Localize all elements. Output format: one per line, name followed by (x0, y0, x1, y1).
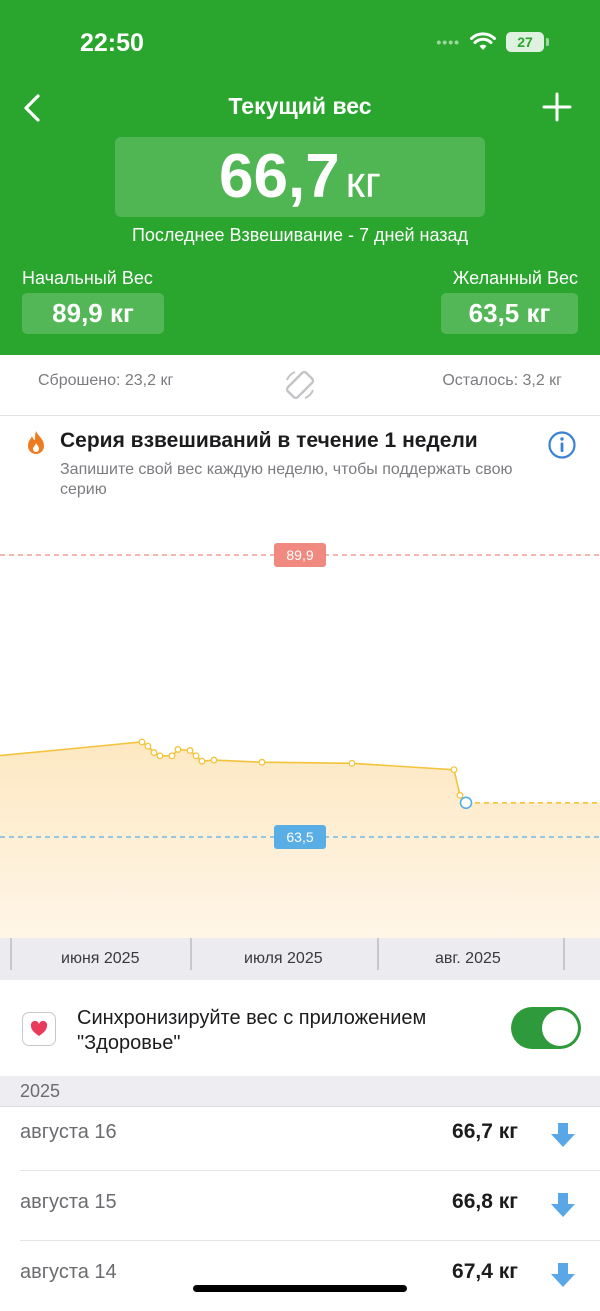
start-weight-value[interactable]: 89,9 кг (22, 293, 164, 334)
chart-data-point (144, 742, 152, 750)
health-sync-row: Синхронизируйте вес с приложением "Здоро… (0, 980, 600, 1077)
add-icon[interactable] (540, 90, 574, 124)
chart-data-point (186, 747, 194, 754)
x-axis-tick (10, 938, 12, 970)
info-icon[interactable] (547, 430, 577, 460)
x-axis-tick (377, 938, 379, 970)
log-value: 66,7 кг (452, 1120, 518, 1143)
x-axis-tick (563, 938, 565, 970)
chart-data-point (168, 752, 176, 760)
chart-data-point (456, 791, 464, 799)
weight-chart[interactable]: 89,9 63,5 (0, 525, 600, 938)
remaining-weight-text: Осталось: 3,2 кг (442, 372, 562, 389)
chart-reference-label: 89,9 (286, 547, 313, 563)
current-weight-value: 66,7 (219, 142, 340, 211)
health-sync-text: Синхронизируйте вес с приложением "Здоро… (77, 1007, 427, 1054)
streak-title: Серия взвешиваний в течение 1 недели (60, 429, 478, 452)
log-date: августа 15 (20, 1191, 117, 1213)
log-value: 66,8 кг (452, 1190, 518, 1213)
chart-data-point (150, 749, 158, 757)
year-label: 2025 (20, 1081, 61, 1101)
log-row[interactable]: августа 14 67,4 кг (0, 1241, 600, 1311)
health-sync-toggle[interactable] (511, 1007, 581, 1049)
x-axis-label: авг. 2025 (435, 950, 501, 967)
streak-subtitle: Запишите свой вес каждую неделю, чтобы п… (60, 461, 513, 498)
health-app-icon (22, 1012, 56, 1046)
chart-data-point (174, 745, 182, 753)
goal-weight-label: Желанный Вес (452, 268, 578, 288)
chart-data-point (348, 759, 356, 767)
status-time: 22:50 (80, 29, 144, 57)
goal-weight-value[interactable]: 63,5 кг (441, 293, 578, 334)
current-weight-box[interactable]: 66,7 кг (115, 137, 485, 217)
status-icons: •••• 27 (436, 32, 549, 52)
log-date: августа 14 (20, 1261, 117, 1283)
arrow-down-icon (551, 1193, 575, 1217)
chart-data-point (138, 738, 146, 746)
arrow-down-icon (551, 1123, 575, 1147)
chart-data-point (192, 752, 200, 760)
signal-icon: •••• (436, 34, 460, 50)
chart-data-point (450, 766, 458, 774)
chart-reference-label: 63,5 (286, 829, 313, 845)
chart-x-axis[interactable]: июня 2025 июля 2025 авг. 2025 (0, 938, 600, 980)
battery-icon: 27 (506, 32, 549, 52)
current-weight-unit: кг (345, 158, 381, 207)
x-axis-tick (190, 938, 192, 970)
wifi-icon (470, 32, 496, 50)
x-axis-label: июня 2025 (61, 950, 140, 967)
chart-data-point (258, 758, 266, 766)
home-indicator (193, 1285, 407, 1292)
rotate-screen-icon[interactable] (282, 367, 318, 403)
log-row[interactable]: августа 15 66,8 кг (0, 1171, 600, 1241)
chart-data-point (198, 757, 206, 765)
chart-data-point (210, 756, 218, 764)
log-row[interactable]: августа 16 66,7 кг (0, 1101, 600, 1171)
log-date: августа 16 (20, 1121, 117, 1143)
last-weigh-text: Последнее Взвешивание - 7 дней назад (131, 225, 469, 245)
chart-current-point (459, 796, 473, 810)
lost-weight-text: Сброшено: 23,2 кг (38, 372, 174, 389)
arrow-down-icon (551, 1263, 575, 1287)
header: 22:50 •••• 27 Текущий вес 66,7 кг Последн… (0, 0, 600, 355)
chart-data-point (156, 752, 164, 760)
toggle-knob (542, 1010, 578, 1046)
weight-summary: Сброшено: 23,2 кг Осталось: 3,2 кг (0, 355, 600, 416)
flame-icon (28, 431, 44, 454)
x-axis-label: июля 2025 (244, 950, 323, 967)
log-value: 67,4 кг (452, 1260, 518, 1283)
page-title: Текущий вес (228, 93, 372, 119)
start-weight-label: Начальный Вес (22, 268, 153, 288)
